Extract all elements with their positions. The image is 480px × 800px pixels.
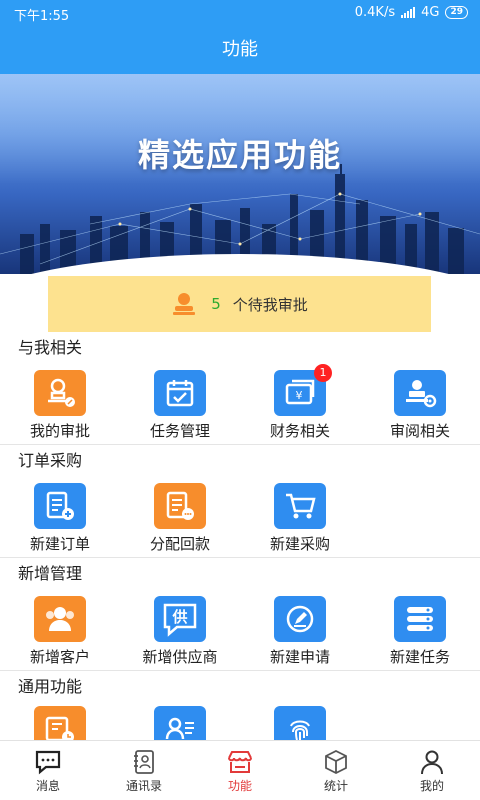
nav-label: 消息 [35, 779, 60, 793]
tile-label: 分配回款 [149, 535, 210, 553]
svg-text:供: 供 [171, 608, 187, 626]
tile-label: 财务相关 [269, 422, 330, 440]
stamp-gear-icon [394, 370, 446, 416]
approver-stamp-icon [173, 293, 196, 315]
tile-allocate-payment[interactable]: 分配回款 [120, 483, 240, 554]
tile-new-task[interactable]: 新建任务 [360, 596, 480, 667]
shopping-cart-icon [274, 483, 326, 529]
section-title-new: 新增管理 [18, 564, 83, 583]
section-divider [0, 670, 480, 671]
status-time: 下午1:55 [14, 9, 70, 24]
battery-level: 29 [445, 6, 468, 19]
approval-stamp-icon [34, 370, 86, 416]
pending-count: 5 [211, 295, 221, 313]
page-title: 功能 [0, 26, 480, 74]
nav-label: 通讯录 [125, 779, 162, 793]
tile-label: 新增客户 [29, 648, 90, 666]
signal-icon [401, 7, 416, 18]
tile-review[interactable]: 审阅相关 [360, 370, 480, 441]
tile-label: 新建订单 [29, 535, 90, 553]
section-divider [0, 557, 480, 558]
network-type: 4G [421, 5, 440, 20]
document-more-icon [154, 483, 206, 529]
nav-label: 我的 [419, 779, 444, 793]
status-indicators: 0.4K/s 4G 29 [355, 5, 468, 20]
profile-icon [421, 750, 443, 775]
tile-label: 新建申请 [269, 648, 330, 666]
cube-icon [325, 749, 347, 775]
task-list-icon [394, 596, 446, 642]
tile-new-order[interactable]: 新建订单 [0, 483, 120, 554]
nav-label: 功能 [227, 779, 252, 793]
tile-label: 新建采购 [269, 535, 330, 553]
nav-item-messages[interactable]: 消息 [0, 741, 96, 800]
order-add-icon [34, 483, 86, 529]
nav-item-contacts[interactable]: 通讯录 [96, 741, 192, 800]
contacts-book-icon [134, 750, 154, 774]
nav-item-statistics[interactable]: 统计 [288, 741, 384, 800]
calendar-check-icon [154, 370, 206, 416]
tile-new-request[interactable]: 新建申请 [240, 596, 360, 667]
tile-label: 新增供应商 [142, 648, 218, 666]
nav-item-profile[interactable]: 我的 [384, 741, 480, 800]
section-divider [0, 444, 480, 445]
supplier-chat-icon: 供 [154, 596, 206, 642]
section-title-orders: 订单采购 [18, 451, 83, 470]
tile-task-management[interactable]: 任务管理 [120, 370, 240, 441]
tile-new-purchase[interactable]: 新建采购 [240, 483, 360, 554]
tile-new-customer[interactable]: 新增客户 [0, 596, 120, 667]
pending-approvals-bar[interactable]: 5 个待我审批 [48, 276, 431, 332]
store-icon [228, 751, 252, 773]
customers-icon [34, 596, 86, 642]
edit-request-icon [274, 596, 326, 642]
status-bar: 下午1:55 0.4K/s 4G 29 [0, 0, 480, 26]
notification-badge: 1 [314, 364, 332, 382]
nav-item-functions[interactable]: 功能 [192, 741, 288, 800]
tile-new-supplier[interactable]: 供 新增供应商 [120, 596, 240, 667]
svg-text:¥: ¥ [296, 389, 303, 402]
tile-finance[interactable]: ¥ 1 财务相关 [240, 364, 360, 441]
banner-title: 精选应用功能 [137, 136, 342, 174]
tile-label: 新建任务 [389, 648, 450, 666]
banner[interactable]: 精选应用功能 [0, 74, 480, 274]
section-title-related: 与我相关 [18, 338, 83, 357]
message-icon [35, 750, 61, 775]
tile-label: 审阅相关 [389, 422, 450, 440]
section-title-general: 通用功能 [18, 677, 83, 696]
bottom-nav: 消息 通讯录 功能 统计 我的 [0, 740, 480, 800]
pending-text: 个待我审批 [232, 295, 308, 314]
tile-label: 任务管理 [149, 422, 210, 440]
tile-label: 我的审批 [29, 422, 90, 440]
network-speed: 0.4K/s [354, 5, 396, 20]
tile-my-approvals[interactable]: 我的审批 [0, 370, 120, 441]
nav-label: 统计 [323, 779, 348, 793]
